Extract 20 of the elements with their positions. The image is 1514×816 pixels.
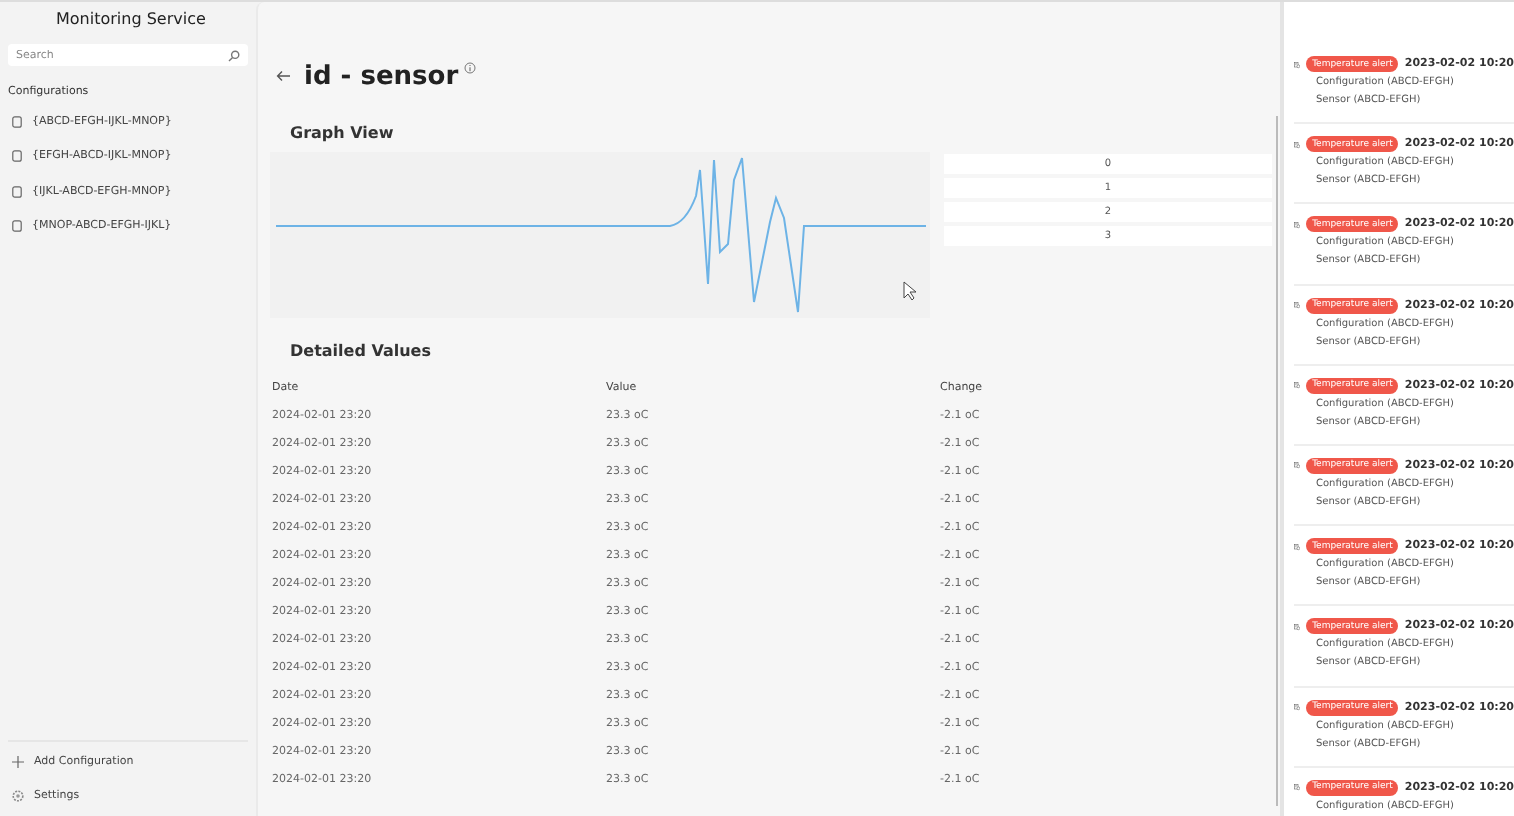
section-title: Detailed Values [288,340,433,364]
document-clock-icon [1294,539,1301,554]
document-clock-icon [1294,780,1301,795]
document-clock-icon [1294,700,1301,714]
search-icon [228,49,240,61]
section-title: Graph View [288,122,396,146]
document-clock-icon [1294,378,1301,393]
document-clock-icon [1294,458,1301,473]
window-title: Monitoring Service [54,8,208,32]
document-clock-icon [1294,298,1301,313]
document-clock-icon [1294,217,1301,232]
document-clock-icon [1294,57,1301,71]
back-arrow-icon[interactable] [276,70,290,82]
cursor-icon [903,281,917,301]
document-clock-icon [1294,137,1301,152]
page-title: id - sensor [304,61,459,91]
settings-icon [12,790,24,803]
plus-icon [12,755,24,768]
info-icon[interactable] [464,62,477,74]
document-clock-icon [1294,619,1301,634]
